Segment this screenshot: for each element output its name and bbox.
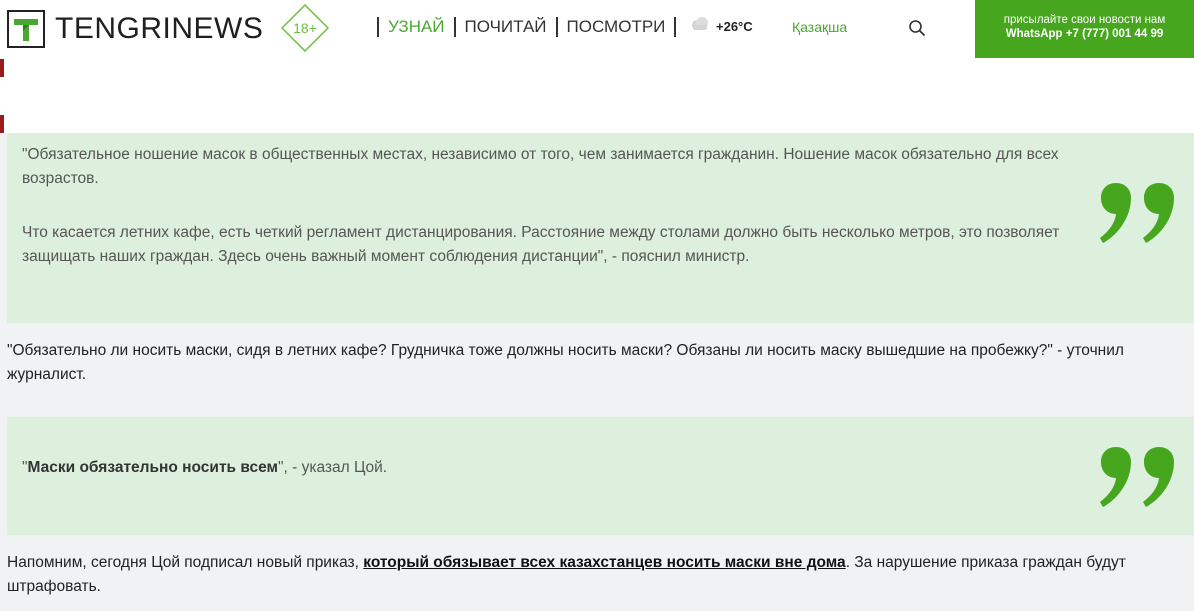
site-header: TENGRINEWS 18+ УЗНАЙ ПОЧИТАЙ ПОСМОТРИ +2… xyxy=(0,0,1194,58)
side-accent-mark xyxy=(0,59,4,77)
promo-whatsapp-number: WhatsApp +7 (777) 001 44 99 xyxy=(1005,28,1164,40)
weather-widget[interactable]: +26°C xyxy=(690,16,753,37)
nav-item-uznai[interactable]: УЗНАЙ xyxy=(388,16,445,38)
blockquote-emphasis: Маски обязательно носить всем xyxy=(27,459,279,476)
article-paragraph: Напомним, сегодня Цой подписал новый при… xyxy=(7,551,1187,599)
promo-text: присылайте свои новости нам xyxy=(1003,14,1166,26)
language-switch-link[interactable]: Қазақша xyxy=(792,19,847,35)
search-icon[interactable] xyxy=(908,19,928,39)
age-rating-text: 18+ xyxy=(293,20,317,36)
weather-temperature: +26°C xyxy=(716,19,753,34)
blockquote-paragraph: "Обязательное ношение масок в общественн… xyxy=(22,146,1059,187)
blockquote: "Обязательное ношение масок в общественн… xyxy=(7,133,1194,323)
nav-separator xyxy=(674,17,677,37)
logo-icon xyxy=(7,10,45,48)
article-link[interactable]: который обязывает всех казахстанцев носи… xyxy=(363,554,845,571)
nav-separator xyxy=(453,17,456,37)
quote-mark-icon xyxy=(1100,183,1176,247)
side-accent-mark xyxy=(0,115,4,133)
logo-text: TENGRINEWS xyxy=(55,12,264,45)
blockquote-text: "Маски обязательно носить всем", - указа… xyxy=(22,456,1082,480)
blockquote-text: "Обязательное ношение масок в общественн… xyxy=(22,143,1082,269)
blockquote-attribution: ", - указал Цой. xyxy=(278,459,388,476)
site-logo[interactable]: TENGRINEWS xyxy=(7,10,263,48)
nav-separator xyxy=(555,17,558,37)
paragraph-text: Напомним, сегодня Цой подписал новый при… xyxy=(7,554,364,571)
blockquote: "Маски обязательно носить всем", - указа… xyxy=(7,417,1194,535)
blockquote-paragraph: Что касается летних кафе, есть четкий ре… xyxy=(22,224,1060,265)
age-rating-badge: 18+ xyxy=(280,3,330,53)
main-nav: УЗНАЙ ПОЧИТАЙ ПОСМОТРИ xyxy=(368,16,685,38)
article-paragraph: "Обязательно ли носить маски, сидя в лет… xyxy=(7,342,1124,383)
nav-item-posmotri[interactable]: ПОСМОТРИ xyxy=(567,16,666,38)
cloud-icon xyxy=(690,16,710,37)
nav-separator xyxy=(377,17,379,37)
whatsapp-promo-banner[interactable]: присылайте свои новости нам WhatsApp +7 … xyxy=(975,0,1194,58)
nav-item-pochitai[interactable]: ПОЧИТАЙ xyxy=(465,16,547,38)
quote-mark-icon xyxy=(1100,447,1176,511)
